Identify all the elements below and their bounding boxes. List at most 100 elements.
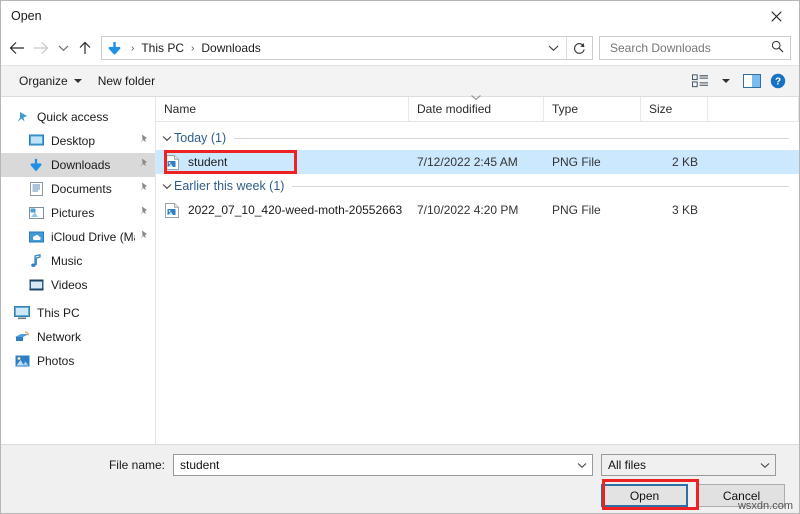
chevron-down-icon [73, 79, 82, 83]
file-name-cell: 2022_07_10_420-weed-moth-20552663 [156, 202, 409, 218]
file-name-cell: student [156, 154, 409, 170]
group-divider [292, 185, 789, 187]
pin-icon[interactable] [139, 134, 149, 148]
search-box[interactable] [599, 36, 791, 60]
pictures-icon [27, 204, 45, 222]
sidebar-item-label: Pictures [51, 206, 95, 220]
forward-button[interactable] [29, 35, 53, 61]
photos-icon [13, 352, 31, 370]
navigation-bar: › This PC › Downloads [1, 31, 799, 65]
chevron-down-icon[interactable] [160, 183, 174, 190]
sort-indicator-icon [471, 93, 482, 103]
column-header-label: Type [552, 102, 579, 116]
pin-icon[interactable] [139, 230, 149, 244]
group-title: Today (1) [174, 131, 227, 145]
png-file-icon [164, 202, 180, 218]
breadcrumb-separator: › [131, 42, 135, 54]
sidebar-item-label: Documents [51, 182, 112, 196]
chevron-down-icon[interactable] [755, 462, 775, 469]
pin-icon[interactable] [139, 206, 149, 220]
organize-button[interactable]: Organize [11, 71, 90, 91]
address-bar[interactable]: › This PC › Downloads [101, 36, 593, 60]
file-type-filter-dropdown[interactable]: All files [601, 454, 776, 476]
sidebar-item-downloads[interactable]: Downloads [1, 153, 155, 177]
file-name-input[interactable] [174, 457, 572, 473]
group-header-earlier-this-week[interactable]: Earlier this week (1) [156, 174, 799, 198]
sidebar-item-icloud-drive[interactable]: iCloud Drive (Ma [1, 225, 155, 249]
column-header-label: Date modified [417, 102, 492, 116]
sidebar-item-network[interactable]: Network [1, 325, 155, 349]
file-name-row: File name: All files [1, 454, 799, 476]
breadcrumb: › This PC › Downloads [126, 41, 540, 55]
table-row[interactable]: 2022_07_10_420-weed-moth-20552663 7/10/2… [156, 198, 799, 222]
up-one-level-button[interactable] [73, 35, 97, 61]
file-name-combobox[interactable] [173, 454, 593, 476]
column-header-type[interactable]: Type [544, 97, 641, 121]
column-header-size[interactable]: Size [641, 97, 708, 121]
new-folder-label: New folder [97, 74, 156, 88]
sidebar-item-label: Downloads [51, 158, 111, 172]
view-options-dropdown[interactable] [713, 70, 739, 92]
chevron-down-icon[interactable] [572, 462, 592, 469]
videos-icon [27, 276, 45, 294]
chevron-down-icon [722, 79, 730, 83]
png-file-icon [164, 154, 180, 170]
documents-icon [27, 180, 45, 198]
view-options-button[interactable] [687, 70, 713, 92]
close-button[interactable] [753, 1, 799, 31]
column-header-label: Size [649, 102, 673, 116]
pin-icon[interactable] [139, 182, 149, 196]
breadcrumb-item-downloads[interactable]: Downloads [199, 41, 262, 55]
sidebar-item-label: iCloud Drive (Ma [51, 230, 135, 244]
sidebar-item-documents[interactable]: Documents [1, 177, 155, 201]
network-icon [13, 328, 31, 346]
sidebar-item-music[interactable]: Music [1, 249, 155, 273]
download-arrow-icon [108, 41, 120, 54]
pin-icon[interactable] [139, 158, 149, 172]
recent-locations-button[interactable] [53, 35, 73, 61]
close-icon [770, 10, 782, 22]
help-button[interactable]: ? [765, 70, 791, 92]
group-header-today[interactable]: Today (1) [156, 126, 799, 150]
sidebar-item-photos[interactable]: Photos [1, 349, 155, 373]
column-header-date-modified[interactable]: Date modified [409, 95, 544, 121]
address-dropdown-button[interactable] [540, 37, 566, 59]
arrow-right-icon [34, 42, 49, 54]
preview-pane-button[interactable] [739, 70, 765, 92]
open-file-dialog: Open › This PC › Downloads Search Downlo… [0, 0, 800, 514]
sidebar-item-label: Music [51, 254, 83, 268]
back-button[interactable] [5, 35, 29, 61]
column-header-filler [708, 97, 799, 121]
group-divider [234, 137, 789, 139]
svg-text:?: ? [775, 77, 781, 88]
file-name-label: File name: [108, 458, 165, 472]
dialog-body: Quick access Desktop Downloads Documents… [1, 95, 799, 444]
file-type-filter-value: All files [608, 458, 647, 472]
column-header-name[interactable]: Name [156, 97, 409, 121]
star-pin-icon [13, 108, 31, 126]
sidebar-item-label: Network [37, 330, 82, 344]
sidebar-item-this-pc[interactable]: This PC [1, 301, 155, 325]
title-bar: Open [1, 1, 799, 31]
sidebar-item-label: Desktop [51, 134, 96, 148]
column-header-label: Name [164, 102, 197, 116]
chevron-down-icon[interactable] [160, 135, 174, 142]
sidebar-item-label: Photos [37, 354, 75, 368]
file-date-cell: 7/10/2022 4:20 PM [417, 203, 519, 217]
sidebar-item-pictures[interactable]: Pictures [1, 201, 155, 225]
navigation-pane: Quick access Desktop Downloads Documents… [1, 97, 156, 444]
open-button[interactable]: Open [601, 484, 688, 507]
group-title: Earlier this week (1) [174, 179, 285, 193]
table-row[interactable]: student 7/12/2022 2:45 AM PNG File 2 KB [156, 150, 799, 174]
breadcrumb-item-this-pc[interactable]: This PC [139, 41, 186, 55]
sidebar-item-label: Quick access [37, 110, 109, 124]
file-date-cell: 7/12/2022 2:45 AM [417, 155, 518, 169]
chevron-down-icon [548, 45, 558, 52]
arrow-up-icon [79, 41, 91, 54]
sidebar-item-quick-access[interactable]: Quick access [1, 105, 155, 129]
new-folder-button[interactable]: New folder [90, 71, 163, 91]
sidebar-item-desktop[interactable]: Desktop [1, 129, 155, 153]
search-input[interactable] [608, 40, 769, 56]
sidebar-item-videos[interactable]: Videos [1, 273, 155, 297]
refresh-button[interactable] [566, 37, 592, 59]
